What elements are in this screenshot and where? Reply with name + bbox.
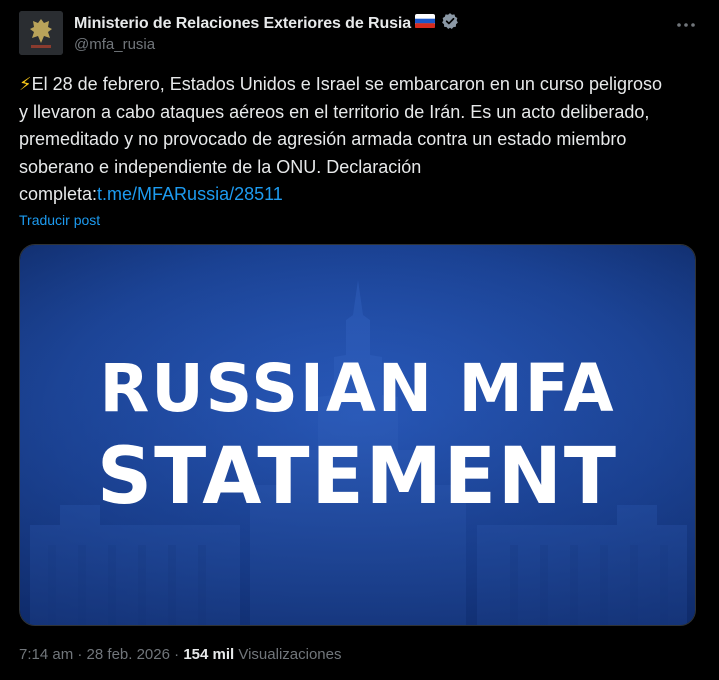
russia-flag-icon <box>415 14 436 33</box>
coat-of-arms-icon <box>19 11 63 55</box>
lightning-emoji: ⚡ <box>19 74 32 94</box>
post-header: Ministerio de Relaciones Exteriores de R… <box>19 11 700 57</box>
verified-badge-icon[interactable] <box>441 12 459 35</box>
media-title-line2: STATEMENT <box>97 432 618 522</box>
account-handle[interactable]: @mfa_rusia <box>74 36 155 53</box>
post-text: ⚡El 28 de febrero, Estados Unidos e Isra… <box>19 71 669 209</box>
meta-separator-2: · <box>169 646 184 663</box>
post-time[interactable]: 7:14 am <box>19 646 73 663</box>
views-label: Visualizaciones <box>238 646 342 663</box>
avatar[interactable] <box>19 11 63 55</box>
translate-post-link[interactable]: Traducir post <box>19 212 100 228</box>
more-options-icon[interactable] <box>674 15 698 35</box>
post-link[interactable]: t.me/MFARussia/28511 <box>97 184 283 204</box>
views-count: 154 mil <box>183 646 235 663</box>
post-meta: 7:14 am · 28 feb. 2026 · 154 mil Visuali… <box>19 646 341 663</box>
meta-separator: · <box>73 646 87 663</box>
media-title-line1: RUSSIAN MFA <box>99 350 616 427</box>
display-name[interactable]: Ministerio de Relaciones Exteriores de R… <box>74 15 411 33</box>
post-date[interactable]: 28 feb. 2026 <box>87 646 170 663</box>
name-row: Ministerio de Relaciones Exteriores de R… <box>74 12 459 35</box>
